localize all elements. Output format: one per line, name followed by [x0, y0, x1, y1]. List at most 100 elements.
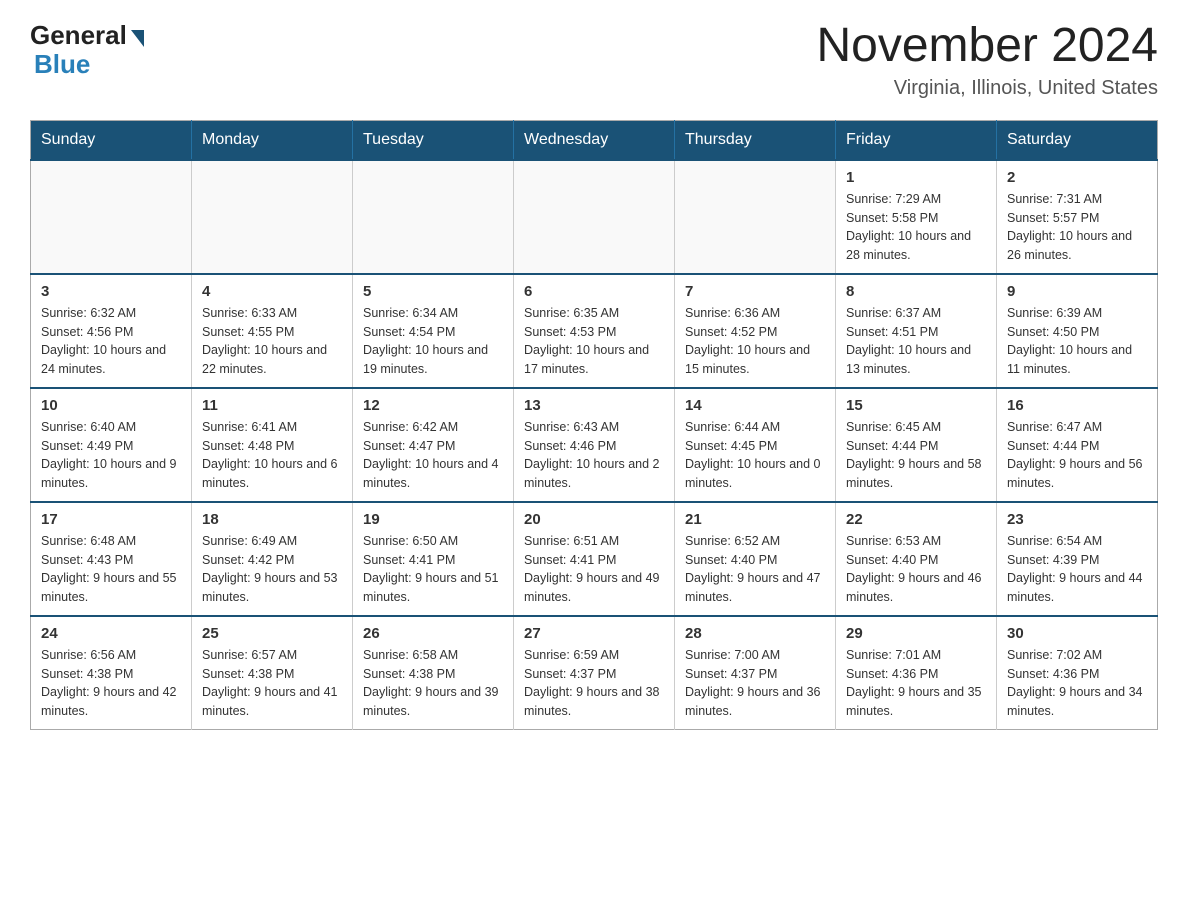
- calendar-week-2: 3 Sunrise: 6:32 AM Sunset: 4:56 PM Daylig…: [31, 274, 1158, 388]
- calendar-cell: 29 Sunrise: 7:01 AM Sunset: 4:36 PM Dayli…: [836, 616, 997, 730]
- day-info: Sunrise: 6:53 AM Sunset: 4:40 PM Dayligh…: [846, 532, 986, 607]
- weekday-header-tuesday: Tuesday: [353, 120, 514, 160]
- day-number: 29: [846, 625, 986, 642]
- day-info: Sunrise: 6:59 AM Sunset: 4:37 PM Dayligh…: [524, 646, 664, 721]
- day-info: Sunrise: 7:31 AM Sunset: 5:57 PM Dayligh…: [1007, 190, 1147, 265]
- calendar-cell: 15 Sunrise: 6:45 AM Sunset: 4:44 PM Dayli…: [836, 388, 997, 502]
- calendar-week-4: 17Sunrise: 6:48 AM Sunset: 4:43 PM Dayli…: [31, 502, 1158, 616]
- day-info: Sunrise: 7:01 AM Sunset: 4:36 PM Dayligh…: [846, 646, 986, 721]
- day-info: Sunrise: 6:35 AM Sunset: 4:53 PM Dayligh…: [524, 304, 664, 379]
- day-info: Sunrise: 7:29 AM Sunset: 5:58 PM Dayligh…: [846, 190, 986, 265]
- day-info: Sunrise: 6:44 AM Sunset: 4:45 PM Dayligh…: [685, 418, 825, 493]
- calendar-cell: 14 Sunrise: 6:44 AM Sunset: 4:45 PM Dayli…: [675, 388, 836, 502]
- calendar-cell: 26 Sunrise: 6:58 AM Sunset: 4:38 PM Dayli…: [353, 616, 514, 730]
- calendar-cell: [192, 160, 353, 274]
- day-info: Sunrise: 6:39 AM Sunset: 4:50 PM Dayligh…: [1007, 304, 1147, 379]
- calendar-cell: [31, 160, 192, 274]
- page-title: November 2024: [816, 20, 1158, 73]
- weekday-header-monday: Monday: [192, 120, 353, 160]
- calendar-cell: 24 Sunrise: 6:56 AM Sunset: 4:38 PM Dayli…: [31, 616, 192, 730]
- calendar-cell: 6 Sunrise: 6:35 AM Sunset: 4:53 PM Daylig…: [514, 274, 675, 388]
- day-number: 28: [685, 625, 825, 642]
- calendar-cell: [353, 160, 514, 274]
- day-number: 4: [202, 283, 342, 300]
- day-info: Sunrise: 6:56 AM Sunset: 4:38 PM Dayligh…: [41, 646, 181, 721]
- day-info: Sunrise: 7:00 AM Sunset: 4:37 PM Dayligh…: [685, 646, 825, 721]
- calendar-cell: 7 Sunrise: 6:36 AM Sunset: 4:52 PM Daylig…: [675, 274, 836, 388]
- calendar-week-1: 1Sunrise: 7:29 AM Sunset: 5:58 PM Daylig…: [31, 160, 1158, 274]
- day-number: 14: [685, 397, 825, 414]
- day-number: 27: [524, 625, 664, 642]
- day-info: Sunrise: 6:42 AM Sunset: 4:47 PM Dayligh…: [363, 418, 503, 493]
- day-info: Sunrise: 6:43 AM Sunset: 4:46 PM Dayligh…: [524, 418, 664, 493]
- calendar-cell: 3 Sunrise: 6:32 AM Sunset: 4:56 PM Daylig…: [31, 274, 192, 388]
- calendar-cell: 12 Sunrise: 6:42 AM Sunset: 4:47 PM Dayli…: [353, 388, 514, 502]
- calendar-cell: 5 Sunrise: 6:34 AM Sunset: 4:54 PM Daylig…: [353, 274, 514, 388]
- calendar-week-5: 24 Sunrise: 6:56 AM Sunset: 4:38 PM Dayli…: [31, 616, 1158, 730]
- page-header: General Blue November 2024 Virginia, Ill…: [30, 20, 1158, 100]
- day-number: 22: [846, 511, 986, 528]
- calendar-cell: [514, 160, 675, 274]
- calendar-cell: 11 Sunrise: 6:41 AM Sunset: 4:48 PM Dayli…: [192, 388, 353, 502]
- day-number: 11: [202, 397, 342, 414]
- day-info: Sunrise: 6:49 AM Sunset: 4:42 PM Dayligh…: [202, 532, 342, 607]
- calendar-cell: 4 Sunrise: 6:33 AM Sunset: 4:55 PM Daylig…: [192, 274, 353, 388]
- calendar-cell: 13Sunrise: 6:43 AM Sunset: 4:46 PM Dayli…: [514, 388, 675, 502]
- day-number: 8: [846, 283, 986, 300]
- day-number: 15: [846, 397, 986, 414]
- day-info: Sunrise: 6:57 AM Sunset: 4:38 PM Dayligh…: [202, 646, 342, 721]
- day-number: 12: [363, 397, 503, 414]
- day-number: 6: [524, 283, 664, 300]
- day-number: 30: [1007, 625, 1147, 642]
- calendar-cell: 25 Sunrise: 6:57 AM Sunset: 4:38 PM Dayli…: [192, 616, 353, 730]
- weekday-header-wednesday: Wednesday: [514, 120, 675, 160]
- calendar-cell: 23 Sunrise: 6:54 AM Sunset: 4:39 PM Dayli…: [997, 502, 1158, 616]
- day-info: Sunrise: 6:50 AM Sunset: 4:41 PM Dayligh…: [363, 532, 503, 607]
- logo: General Blue: [30, 20, 144, 80]
- calendar-cell: 1Sunrise: 7:29 AM Sunset: 5:58 PM Daylig…: [836, 160, 997, 274]
- calendar-cell: 9 Sunrise: 6:39 AM Sunset: 4:50 PM Daylig…: [997, 274, 1158, 388]
- day-number: 21: [685, 511, 825, 528]
- weekday-header-thursday: Thursday: [675, 120, 836, 160]
- day-number: 2: [1007, 169, 1147, 186]
- day-info: Sunrise: 6:34 AM Sunset: 4:54 PM Dayligh…: [363, 304, 503, 379]
- day-number: 5: [363, 283, 503, 300]
- page-subtitle: Virginia, Illinois, United States: [816, 77, 1158, 100]
- day-number: 7: [685, 283, 825, 300]
- day-number: 24: [41, 625, 181, 642]
- logo-blue-text: Blue: [34, 49, 90, 80]
- day-info: Sunrise: 6:33 AM Sunset: 4:55 PM Dayligh…: [202, 304, 342, 379]
- day-number: 3: [41, 283, 181, 300]
- day-info: Sunrise: 6:51 AM Sunset: 4:41 PM Dayligh…: [524, 532, 664, 607]
- weekday-header-saturday: Saturday: [997, 120, 1158, 160]
- day-info: Sunrise: 6:41 AM Sunset: 4:48 PM Dayligh…: [202, 418, 342, 493]
- calendar-cell: 10 Sunrise: 6:40 AM Sunset: 4:49 PM Dayli…: [31, 388, 192, 502]
- day-info: Sunrise: 6:52 AM Sunset: 4:40 PM Dayligh…: [685, 532, 825, 607]
- day-number: 26: [363, 625, 503, 642]
- day-number: 17: [41, 511, 181, 528]
- day-number: 16: [1007, 397, 1147, 414]
- calendar-cell: 22 Sunrise: 6:53 AM Sunset: 4:40 PM Dayli…: [836, 502, 997, 616]
- weekday-header-friday: Friday: [836, 120, 997, 160]
- calendar-cell: 21 Sunrise: 6:52 AM Sunset: 4:40 PM Dayli…: [675, 502, 836, 616]
- day-number: 25: [202, 625, 342, 642]
- calendar-cell: 2 Sunrise: 7:31 AM Sunset: 5:57 PM Daylig…: [997, 160, 1158, 274]
- day-info: Sunrise: 6:47 AM Sunset: 4:44 PM Dayligh…: [1007, 418, 1147, 493]
- day-info: Sunrise: 7:02 AM Sunset: 4:36 PM Dayligh…: [1007, 646, 1147, 721]
- day-number: 9: [1007, 283, 1147, 300]
- day-info: Sunrise: 6:40 AM Sunset: 4:49 PM Dayligh…: [41, 418, 181, 493]
- day-number: 20: [524, 511, 664, 528]
- day-info: Sunrise: 6:45 AM Sunset: 4:44 PM Dayligh…: [846, 418, 986, 493]
- day-number: 10: [41, 397, 181, 414]
- day-number: 19: [363, 511, 503, 528]
- day-info: Sunrise: 6:32 AM Sunset: 4:56 PM Dayligh…: [41, 304, 181, 379]
- calendar-cell: [675, 160, 836, 274]
- calendar-cell: 18 Sunrise: 6:49 AM Sunset: 4:42 PM Dayli…: [192, 502, 353, 616]
- day-info: Sunrise: 6:58 AM Sunset: 4:38 PM Dayligh…: [363, 646, 503, 721]
- day-info: Sunrise: 6:36 AM Sunset: 4:52 PM Dayligh…: [685, 304, 825, 379]
- day-number: 23: [1007, 511, 1147, 528]
- calendar-cell: 20 Sunrise: 6:51 AM Sunset: 4:41 PM Dayli…: [514, 502, 675, 616]
- day-number: 18: [202, 511, 342, 528]
- day-info: Sunrise: 6:54 AM Sunset: 4:39 PM Dayligh…: [1007, 532, 1147, 607]
- calendar-cell: 27 Sunrise: 6:59 AM Sunset: 4:37 PM Dayli…: [514, 616, 675, 730]
